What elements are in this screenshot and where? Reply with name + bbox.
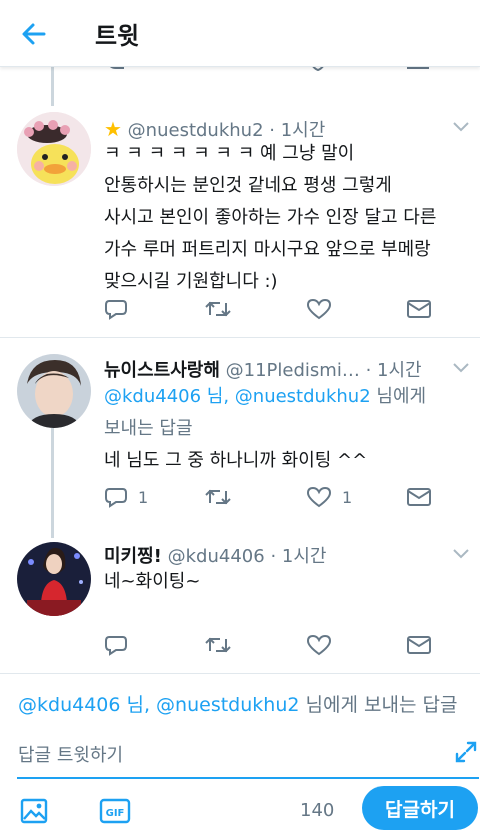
mail-icon bbox=[407, 300, 431, 318]
retweet-icon bbox=[205, 489, 231, 505]
tweet-text: 네~화이팅~ bbox=[104, 566, 474, 598]
user-handle[interactable]: @kdu4406 bbox=[168, 546, 265, 567]
separator-dot: · bbox=[365, 360, 372, 381]
tweet-actions bbox=[104, 630, 444, 660]
direct-message-button[interactable] bbox=[406, 482, 432, 512]
reply-submit-button[interactable]: 답글하기 bbox=[362, 786, 478, 830]
expand-icon[interactable] bbox=[455, 741, 477, 763]
reply-icon bbox=[105, 488, 127, 508]
retweet-icon bbox=[205, 637, 231, 653]
reply-to-line: 보내는 답글 bbox=[104, 418, 193, 439]
like-count: 1 bbox=[342, 487, 353, 507]
tweet-text-line: 네 님도 그 중 하나니까 화이팅 ^^ bbox=[104, 450, 368, 471]
display-name[interactable]: 뉴이스트사랑해 bbox=[104, 360, 220, 381]
top-bar: 트윗 bbox=[0, 0, 480, 67]
tweet-text-line: 가수 루머 퍼트리지 마시구요 앞으로 부메랑 bbox=[104, 239, 431, 260]
profile-photo-image bbox=[17, 354, 91, 428]
reply-target: @kdu4406 님, @nuestdukhu2 님에게 보내는 답글 bbox=[18, 690, 457, 717]
heart-icon bbox=[306, 486, 332, 508]
retweet-button[interactable] bbox=[204, 630, 232, 660]
avatar[interactable] bbox=[17, 542, 91, 616]
mail-icon bbox=[407, 636, 431, 654]
reply-count: 1 bbox=[138, 487, 149, 507]
divider bbox=[0, 337, 480, 338]
tweet-actions bbox=[104, 294, 444, 324]
heart-icon bbox=[306, 298, 332, 320]
profile-photo-image bbox=[17, 542, 91, 616]
separator-dot: · bbox=[270, 546, 277, 567]
timestamp[interactable]: 1시간 bbox=[282, 546, 327, 567]
page-title: 트윗 bbox=[95, 22, 140, 50]
reply-button[interactable]: 1 bbox=[104, 482, 148, 512]
chevron-down-icon[interactable] bbox=[452, 121, 470, 133]
chevron-down-icon[interactable] bbox=[452, 548, 470, 560]
like-button[interactable]: 1 bbox=[306, 482, 352, 512]
tweet-text-line: 사시고 본인이 좋아하는 가수 인장 달고 다른 bbox=[104, 207, 437, 228]
reply-context: @kdu4406 님, @nuestdukhu2 님에게 bbox=[104, 381, 474, 413]
reply-button[interactable] bbox=[104, 630, 128, 660]
reply-icon bbox=[105, 636, 127, 656]
direct-message-button[interactable] bbox=[406, 630, 432, 660]
back-arrow-icon[interactable] bbox=[18, 18, 50, 50]
avatar[interactable] bbox=[17, 112, 91, 186]
tweet-header: 뉴이스트사랑해 @11Pledismi… · 1시간 bbox=[104, 356, 422, 382]
tweet-text-line: 네~화이팅~ bbox=[104, 571, 201, 592]
display-name[interactable]: 미키찡! bbox=[104, 546, 162, 567]
tweet-text-line: ㅋ ㅋ ㅋ ㅋ ㅋ ㅋ ㅋ 예 그냥 말이 bbox=[104, 143, 355, 164]
reply-to-suffix: 님에게 bbox=[370, 386, 427, 407]
reply-target-suffix: 님에게 보내는 답글 bbox=[299, 694, 458, 716]
reply-icon bbox=[105, 300, 127, 320]
reply-to-mentions[interactable]: @kdu4406 님, @nuestdukhu2 bbox=[104, 386, 371, 407]
avatar[interactable] bbox=[17, 354, 91, 428]
gif-icon: GIF bbox=[99, 798, 131, 824]
character-count: 140 bbox=[300, 800, 335, 821]
like-button[interactable] bbox=[306, 294, 332, 324]
image-icon[interactable] bbox=[20, 797, 48, 825]
like-button[interactable] bbox=[306, 630, 332, 660]
thread-line bbox=[51, 428, 54, 538]
tweet-header: 미키찡! @kdu4406 · 1시간 bbox=[104, 542, 326, 568]
tweet-text: @kdu4406 님, @nuestdukhu2 님에게 보내는 답글 네 님도… bbox=[104, 381, 474, 477]
gif-button[interactable]: GIF bbox=[99, 797, 131, 825]
divider bbox=[0, 673, 480, 674]
user-handle[interactable]: @11Pledismi… bbox=[226, 360, 360, 381]
input-underline bbox=[17, 777, 479, 779]
mail-icon bbox=[407, 488, 431, 506]
heart-icon bbox=[306, 634, 332, 656]
retweet-icon bbox=[205, 301, 231, 317]
tweet-text-line: 안통하시는 분인것 같네요 평생 그렇게 bbox=[104, 175, 392, 196]
reply-target-mentions[interactable]: @kdu4406 님, @nuestdukhu2 bbox=[18, 694, 299, 716]
duck-avatar-image bbox=[17, 112, 91, 186]
reply-input[interactable]: 답글 트윗하기 bbox=[18, 741, 123, 767]
retweet-button[interactable] bbox=[204, 482, 232, 512]
gif-label: GIF bbox=[106, 808, 125, 819]
timestamp[interactable]: 1시간 bbox=[377, 360, 422, 381]
reply-button[interactable] bbox=[104, 294, 128, 324]
chevron-down-icon[interactable] bbox=[452, 362, 470, 374]
tweet-text: ㅋ ㅋ ㅋ ㅋ ㅋ ㅋ ㅋ 예 그냥 말이 안통하시는 분인것 같네요 평생 그… bbox=[104, 138, 474, 298]
tweet-actions: 1 1 bbox=[104, 482, 444, 512]
direct-message-button[interactable] bbox=[406, 294, 432, 324]
retweet-button[interactable] bbox=[204, 294, 232, 324]
